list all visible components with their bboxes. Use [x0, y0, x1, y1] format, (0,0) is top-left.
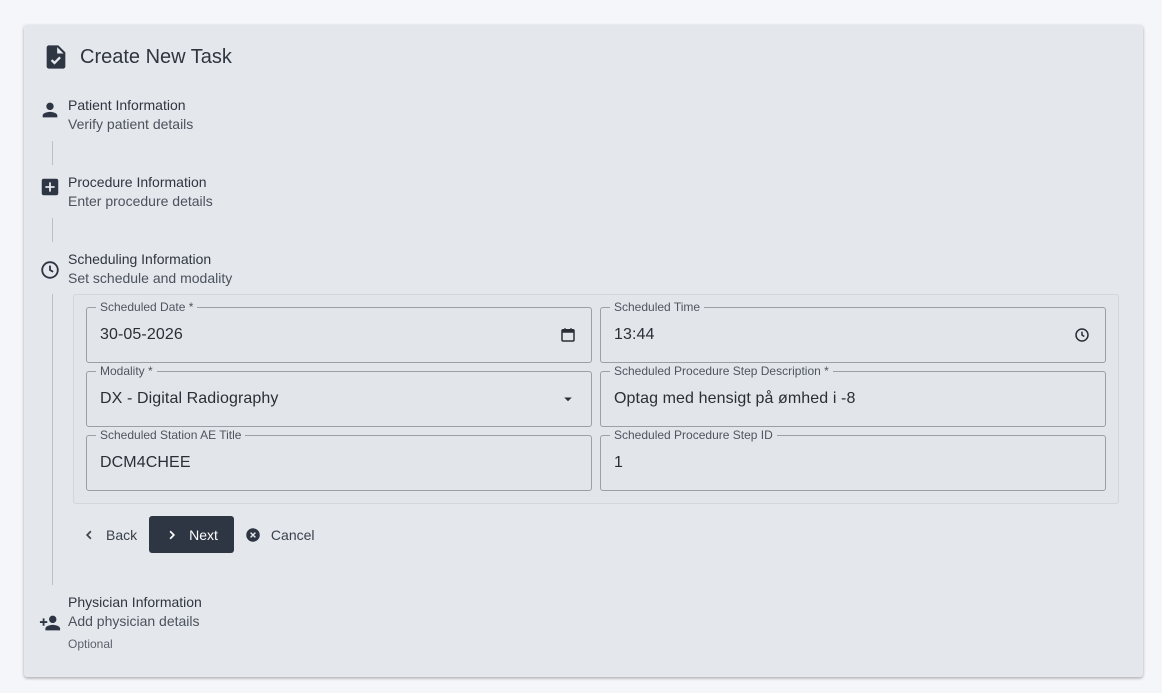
- page-title: Create New Task: [80, 46, 232, 68]
- create-task-card: Create New Task Patient Information Veri…: [24, 25, 1143, 677]
- step-connector: [52, 218, 53, 242]
- step-subtitle: Verify patient details: [68, 116, 194, 132]
- clock-icon[interactable]: [1073, 326, 1091, 344]
- station-ae-title-field[interactable]: Scheduled Station AE Title DCM4CHEE: [86, 428, 592, 491]
- step-connector: [52, 294, 53, 585]
- step-id-value[interactable]: 1: [614, 436, 623, 490]
- scheduled-date-field[interactable]: Scheduled Date * 30-05-2026: [86, 300, 592, 363]
- calendar-icon[interactable]: [559, 326, 577, 344]
- task-document-icon: [42, 43, 70, 71]
- scheduled-date-value[interactable]: 30-05-2026: [100, 308, 183, 362]
- step-connector: [52, 141, 53, 165]
- step-title: Patient Information: [68, 97, 186, 113]
- chevron-left-icon: [85, 530, 92, 539]
- step-procedure-information[interactable]: Procedure Information Enter procedure de…: [38, 173, 213, 211]
- cancel-button[interactable]: Cancel: [234, 516, 325, 553]
- scheduled-time-field[interactable]: Scheduled Time 13:44: [600, 300, 1106, 363]
- cancel-icon: [246, 527, 260, 542]
- next-button[interactable]: Next: [149, 516, 234, 553]
- modality-select[interactable]: Modality * DX - Digital Radiography: [86, 364, 592, 427]
- chevron-down-icon[interactable]: [559, 390, 577, 408]
- step-description-field[interactable]: Scheduled Procedure Step Description * O…: [600, 364, 1106, 427]
- step-title: Scheduling Information: [68, 251, 212, 267]
- scheduling-form: Scheduled Date * 30-05-2026 Scheduled Ti…: [73, 294, 1119, 504]
- step-scheduling-information[interactable]: Scheduling Information Set schedule and …: [38, 250, 232, 288]
- person-add-icon: [38, 611, 62, 635]
- step-subtitle: Add physician details: [68, 613, 200, 629]
- step-physician-information[interactable]: Physician Information Add physician deta…: [38, 593, 202, 652]
- scheduled-time-value[interactable]: 13:44: [614, 308, 655, 362]
- clock-icon: [38, 258, 62, 282]
- step-subtitle: Enter procedure details: [68, 193, 213, 209]
- cancel-label: Cancel: [270, 526, 315, 543]
- step-title: Procedure Information: [68, 174, 207, 190]
- next-label: Next: [189, 526, 218, 543]
- station-ae-title-value[interactable]: DCM4CHEE: [100, 436, 191, 490]
- step-title: Physician Information: [68, 594, 202, 610]
- card-header: Create New Task: [42, 41, 232, 73]
- step-id-field[interactable]: Scheduled Procedure Step ID 1: [600, 428, 1106, 491]
- step-optional-label: Optional: [68, 637, 113, 651]
- step-actions: Back Next Cancel: [74, 516, 325, 553]
- step-patient-information[interactable]: Patient Information Verify patient detai…: [38, 96, 193, 134]
- back-button[interactable]: Back: [74, 516, 147, 553]
- medical-plus-icon: [38, 175, 62, 199]
- step-description-value[interactable]: Optag med hensigt på ømhed i -8: [614, 372, 855, 426]
- modality-value[interactable]: DX - Digital Radiography: [100, 372, 278, 426]
- person-icon: [38, 98, 62, 122]
- back-label: Back: [106, 526, 138, 543]
- field-label: Scheduled Procedure Step ID: [610, 428, 777, 442]
- chevron-right-icon: [169, 530, 176, 539]
- step-subtitle: Set schedule and modality: [68, 270, 233, 286]
